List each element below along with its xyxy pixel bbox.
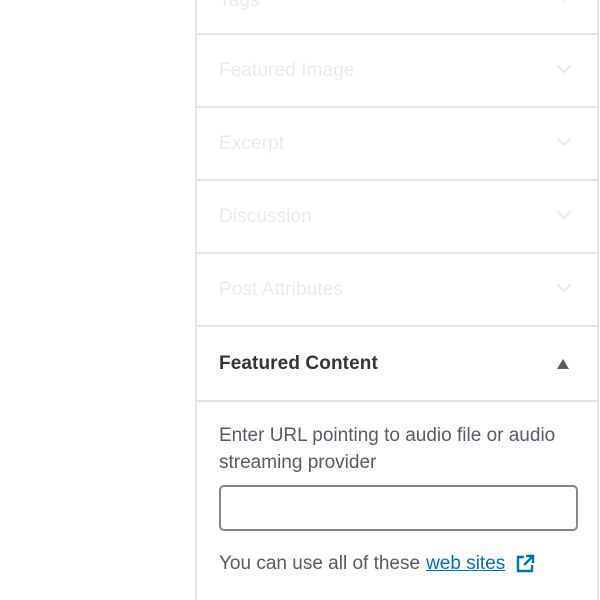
panel-featured-image: Featured Image <box>197 35 597 108</box>
panel-post-attributes-toggle[interactable]: Post Attributes <box>197 254 597 325</box>
panel-discussion-title: Discussion <box>219 205 312 227</box>
web-sites-link[interactable]: web sites <box>426 553 535 575</box>
panel-featured-image-toggle[interactable]: Featured Image <box>197 35 597 106</box>
chevron-down-icon <box>555 208 573 226</box>
chevron-down-icon <box>555 135 573 153</box>
chevron-down-icon <box>555 62 573 80</box>
panel-featured-content: Featured Content Enter URL pointing to a… <box>197 327 597 600</box>
panel-tags: Tags <box>197 0 597 35</box>
panel-featured-content-title: Featured Content <box>219 352 378 374</box>
panel-discussion: Discussion <box>197 181 597 254</box>
web-sites-link-label: web sites <box>426 553 506 574</box>
panel-tags-toggle[interactable]: Tags <box>197 0 597 33</box>
panel-excerpt: Excerpt <box>197 108 597 181</box>
panel-featured-content-body: Enter URL pointing to audio file or audi… <box>197 400 597 600</box>
panel-post-attributes-title: Post Attributes <box>219 278 344 300</box>
panel-tags-title: Tags <box>219 0 260 11</box>
supported-sites-line: You can use all of these web sites <box>219 553 575 575</box>
audio-url-help-text: Enter URL pointing to audio file or audi… <box>219 425 556 473</box>
panel-featured-content-toggle[interactable]: Featured Content <box>197 327 597 400</box>
panel-discussion-toggle[interactable]: Discussion <box>197 181 597 252</box>
chevron-down-icon <box>555 281 573 299</box>
external-link-icon <box>515 554 535 574</box>
panel-featured-image-title: Featured Image <box>219 59 355 81</box>
chevron-down-icon <box>555 0 573 8</box>
supported-sites-prefix: You can use all of these <box>219 553 421 574</box>
panel-post-attributes: Post Attributes <box>197 254 597 327</box>
panel-excerpt-toggle[interactable]: Excerpt <box>197 108 597 179</box>
editor-sidebar: Tags Featured Image Excerpt Discussion P… <box>195 0 599 600</box>
caret-up-icon <box>557 358 569 369</box>
audio-url-input[interactable] <box>219 485 578 531</box>
panel-excerpt-title: Excerpt <box>219 132 285 154</box>
